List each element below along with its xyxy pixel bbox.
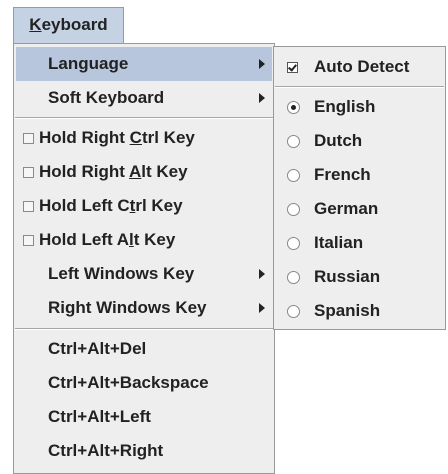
- menu-item-hold-right-ctrl-label: Hold Right Ctrl Key: [39, 128, 195, 147]
- submenu-arrow-icon: [259, 93, 265, 103]
- submenu-item-dutch[interactable]: Dutch: [276, 124, 443, 158]
- submenu-arrow-icon: [259, 303, 265, 313]
- menu-item-ctrl-alt-right-label: Ctrl+Alt+Right: [48, 441, 164, 460]
- language-submenu: Auto Detect English Dutch French German …: [273, 46, 446, 330]
- menu-item-soft-keyboard[interactable]: Soft Keyboard: [16, 81, 272, 115]
- keyboard-menu-mnemonic: K: [29, 15, 42, 34]
- checkbox-icon: [23, 235, 34, 246]
- submenu-arrow-icon: [259, 269, 265, 279]
- submenu-item-italian[interactable]: Italian: [276, 226, 443, 260]
- menu-item-right-windows-key[interactable]: Right Windows Key: [16, 291, 272, 325]
- radio-icon: [287, 305, 300, 318]
- menu-item-language-label: Language: [48, 54, 129, 73]
- menu-item-ctrl-alt-backspace[interactable]: Ctrl+Alt+Backspace: [16, 366, 272, 400]
- submenu-item-russian[interactable]: Russian: [276, 260, 443, 294]
- menu-separator: [15, 117, 273, 119]
- checkbox-icon: [23, 133, 34, 144]
- radio-selected-icon: [287, 101, 300, 114]
- menu-item-hold-left-alt-label: Hold Left Alt Key: [39, 230, 176, 249]
- menu-item-hold-left-alt[interactable]: Hold Left Alt Key: [16, 223, 272, 257]
- radio-icon: [287, 135, 300, 148]
- checkbox-icon: [23, 201, 34, 212]
- submenu-item-german[interactable]: German: [276, 192, 443, 226]
- keyboard-menu: Language Soft Keyboard Hold Right Ctrl K…: [13, 43, 275, 474]
- submenu-item-french[interactable]: French: [276, 158, 443, 192]
- menu-item-hold-right-alt-label: Hold Right Alt Key: [39, 162, 188, 181]
- menu-item-right-windows-key-label: Right Windows Key: [48, 298, 207, 317]
- menu-item-ctrl-alt-left[interactable]: Ctrl+Alt+Left: [16, 400, 272, 434]
- menu-item-left-windows-key[interactable]: Left Windows Key: [16, 257, 272, 291]
- menu-item-ctrl-alt-left-label: Ctrl+Alt+Left: [48, 407, 151, 426]
- submenu-item-spanish[interactable]: Spanish: [276, 294, 443, 328]
- menu-item-hold-left-ctrl[interactable]: Hold Left Ctrl Key: [16, 189, 272, 223]
- submenu-item-italian-label: Italian: [314, 233, 364, 252]
- keyboard-menu-label: eyboard: [41, 15, 108, 34]
- menu-item-soft-keyboard-label: Soft Keyboard: [48, 88, 165, 107]
- submenu-item-spanish-label: Spanish: [314, 301, 381, 320]
- menu-item-language[interactable]: Language: [16, 47, 272, 81]
- radio-icon: [287, 203, 300, 216]
- checkbox-icon: [23, 167, 34, 178]
- menu-bar: Keyboard: [0, 0, 448, 44]
- radio-icon: [287, 237, 300, 250]
- radio-icon: [287, 271, 300, 284]
- menu-item-ctrl-alt-backspace-label: Ctrl+Alt+Backspace: [48, 373, 209, 392]
- submenu-item-auto-detect-label: Auto Detect: [314, 57, 410, 76]
- submenu-item-french-label: French: [314, 165, 371, 184]
- submenu-item-russian-label: Russian: [314, 267, 381, 286]
- submenu-item-english[interactable]: English: [276, 90, 443, 124]
- menu-item-ctrl-alt-right[interactable]: Ctrl+Alt+Right: [16, 434, 272, 468]
- submenu-item-german-label: German: [314, 199, 379, 218]
- menu-item-hold-left-ctrl-label: Hold Left Ctrl Key: [39, 196, 183, 215]
- radio-icon: [287, 169, 300, 182]
- menu-item-hold-right-ctrl[interactable]: Hold Right Ctrl Key: [16, 121, 272, 155]
- submenu-separator: [275, 86, 444, 88]
- submenu-item-dutch-label: Dutch: [314, 131, 363, 150]
- submenu-item-english-label: English: [314, 97, 376, 116]
- keyboard-menu-title[interactable]: Keyboard: [13, 7, 124, 43]
- menu-item-ctrl-alt-del-label: Ctrl+Alt+Del: [48, 339, 147, 358]
- menu-separator: [15, 328, 273, 330]
- checkbox-checked-icon: [287, 62, 298, 73]
- submenu-item-auto-detect[interactable]: Auto Detect: [276, 50, 443, 84]
- menu-item-hold-right-alt[interactable]: Hold Right Alt Key: [16, 155, 272, 189]
- submenu-arrow-icon: [259, 59, 265, 69]
- menu-item-left-windows-key-label: Left Windows Key: [48, 264, 195, 283]
- menu-item-ctrl-alt-del[interactable]: Ctrl+Alt+Del: [16, 332, 272, 366]
